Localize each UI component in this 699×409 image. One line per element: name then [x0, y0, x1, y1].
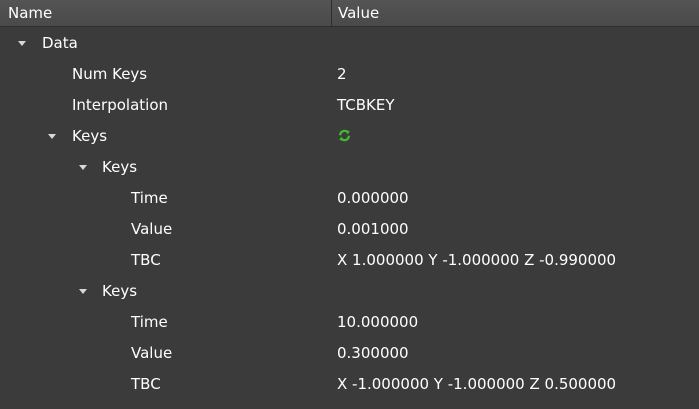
column-header: Name Value	[0, 0, 699, 27]
tree-rows: Data Num Keys 2 Interpolation TCBKEY Key…	[0, 28, 699, 400]
tree-row-value[interactable]: Value 0.300000	[0, 338, 699, 369]
expand-arrow-icon[interactable]	[79, 165, 87, 170]
row-label: Interpolation	[72, 96, 168, 114]
row-value[interactable]: X 1.000000 Y -1.000000 Z -0.990000	[337, 245, 616, 276]
tree-row-interpolation[interactable]: Interpolation TCBKEY	[0, 90, 699, 121]
row-value[interactable]: X -1.000000 Y -1.000000 Z 0.500000	[337, 369, 616, 400]
name-cell: Keys	[0, 121, 332, 152]
row-label: Keys	[102, 158, 138, 176]
row-label: TBC	[131, 375, 161, 393]
name-cell: Num Keys	[0, 59, 332, 90]
row-value[interactable]: 0.000000	[337, 183, 409, 214]
name-cell: Time	[0, 183, 332, 214]
tree-row-value[interactable]: Value 0.001000	[0, 214, 699, 245]
tree-row-keys-item[interactable]: Keys	[0, 276, 699, 307]
row-label: Data	[42, 34, 78, 52]
name-cell: TBC	[0, 369, 332, 400]
row-label: Value	[131, 344, 173, 362]
name-cell: TBC	[0, 245, 332, 276]
tree-row-keys[interactable]: Keys	[0, 121, 699, 152]
name-cell: Interpolation	[0, 90, 332, 121]
expand-arrow-icon[interactable]	[79, 289, 87, 294]
tree-row-time[interactable]: Time 10.000000	[0, 307, 699, 338]
tree-row-tbc[interactable]: TBC X 1.000000 Y -1.000000 Z -0.990000	[0, 245, 699, 276]
row-label: Time	[131, 189, 168, 207]
tree-row-num-keys[interactable]: Num Keys 2	[0, 59, 699, 90]
row-value[interactable]: 0.300000	[337, 338, 409, 369]
row-label: Keys	[72, 127, 108, 145]
name-cell: Data	[0, 28, 332, 59]
refresh-icon[interactable]	[338, 129, 351, 142]
name-cell: Time	[0, 307, 332, 338]
expand-arrow-icon[interactable]	[48, 134, 56, 139]
row-label: Value	[131, 220, 173, 238]
row-label: Time	[131, 313, 168, 331]
row-label: Num Keys	[72, 65, 148, 83]
row-value[interactable]: 0.001000	[337, 214, 409, 245]
tree-row-keys-item[interactable]: Keys	[0, 152, 699, 183]
name-cell: Value	[0, 338, 332, 369]
expand-arrow-icon[interactable]	[18, 41, 26, 46]
row-value[interactable]: TCBKEY	[337, 90, 395, 121]
name-cell: Keys	[0, 152, 332, 183]
tree-row-time[interactable]: Time 0.000000	[0, 183, 699, 214]
tree-row-data[interactable]: Data	[0, 28, 699, 59]
tree-row-tbc[interactable]: TBC X -1.000000 Y -1.000000 Z 0.500000	[0, 369, 699, 400]
row-label: Keys	[102, 282, 138, 300]
row-value[interactable]: 2	[337, 59, 347, 90]
value-column-header[interactable]: Value	[332, 0, 699, 26]
row-label: TBC	[131, 251, 161, 269]
property-tree-view: Name Value Data Num Keys 2 Interpolation…	[0, 0, 699, 409]
name-cell: Value	[0, 214, 332, 245]
name-cell: Keys	[0, 276, 332, 307]
name-column-header[interactable]: Name	[0, 0, 332, 26]
row-value[interactable]: 10.000000	[337, 307, 418, 338]
